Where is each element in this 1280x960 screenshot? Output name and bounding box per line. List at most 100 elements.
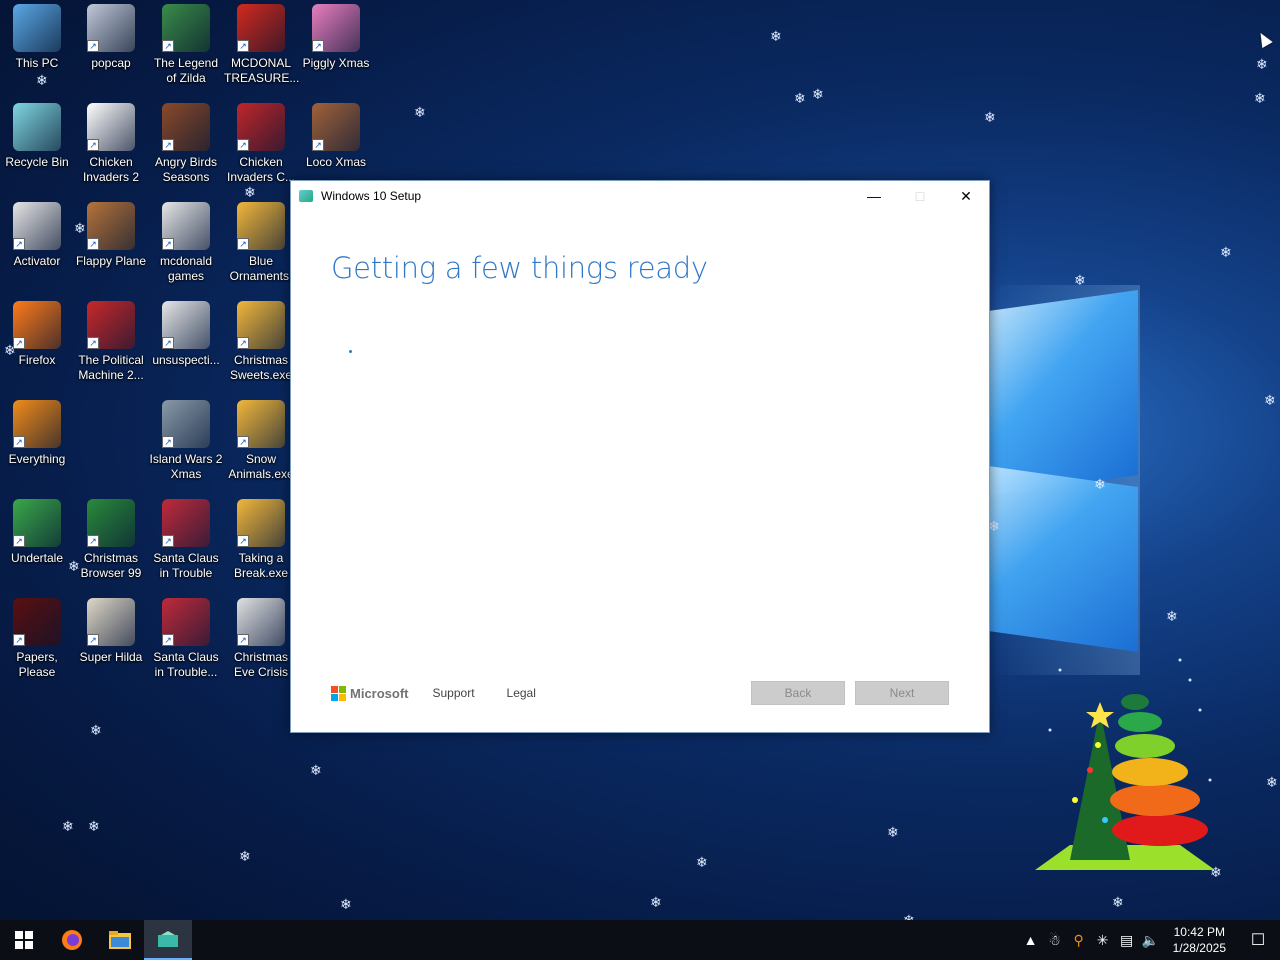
desktop-icon[interactable]: ↗ Santa Claus in Trouble... [149, 598, 223, 680]
desktop-icon[interactable]: ↗ MCDONAL TREASURE... [224, 4, 300, 86]
desktop-icon[interactable]: ↗ Christmas Eve Crisis [224, 598, 298, 680]
snowflake-icon: ❄ [310, 763, 322, 779]
desktop-icon[interactable]: ↗ popcap [74, 4, 148, 71]
desktop-icon-label: This PC [15, 56, 59, 70]
desktop-icon-label: Snow Animals.exe [228, 452, 294, 481]
taskbar-windows-setup[interactable] [144, 920, 192, 960]
next-button[interactable]: Next [855, 681, 949, 705]
snowflake-icon: ❄ [770, 29, 782, 45]
windows-setup-window: Windows 10 Setup — □ ✕ Getting a few thi… [290, 180, 990, 733]
back-button[interactable]: Back [751, 681, 845, 705]
desktop-icon[interactable]: ↗ Chicken Invaders C... [224, 103, 298, 185]
network-icon[interactable]: ▤ [1115, 932, 1139, 949]
desktop-icon[interactable]: ↗ The Legend of Zilda [149, 4, 223, 86]
desktop-icon[interactable]: ↗ Loco Xmas [299, 103, 373, 170]
desktop-icon-label: MCDONAL TREASURE... [224, 56, 300, 85]
desktop-icon[interactable]: ↗ Christmas Browser 99 [74, 499, 148, 581]
desktop-icon-label: Island Wars 2 Xmas [149, 452, 223, 481]
desktop-icon[interactable]: ↗ Super Hilda [74, 598, 148, 665]
snowflake-icon: ❄ [1220, 245, 1232, 261]
desktop-icon[interactable]: ↗ Everything [0, 400, 74, 467]
tray-snowman-icon[interactable]: ☃ [1043, 932, 1067, 949]
star-shortcut-icon: ↗ [237, 400, 285, 448]
desktop-icon[interactable]: ↗ unsuspecti... [149, 301, 223, 368]
desktop-icon-label: popcap [91, 56, 131, 70]
everything-tray-icon[interactable]: ⚲ [1067, 932, 1091, 949]
desktop-icon[interactable]: ↗ Blue Ornaments. [224, 202, 298, 284]
magnifier-icon: ↗ [13, 400, 61, 448]
desktop-icon-label: Angry Birds Seasons [154, 155, 218, 184]
desktop-icon[interactable]: ↗ Flappy Plane [74, 202, 148, 269]
shortcut-arrow-icon: ↗ [87, 634, 99, 646]
volume-muted-icon[interactable]: 🔈 [1139, 932, 1163, 949]
window-title: Windows 10 Setup [321, 189, 422, 203]
star-shortcut-icon: ↗ [237, 301, 285, 349]
desktop-icon[interactable]: ↗ Activator [0, 202, 74, 269]
desktop-icon[interactable]: This PC [0, 4, 74, 71]
snowflake-icon: ❄ [239, 849, 251, 865]
shortcut-arrow-icon: ↗ [162, 337, 174, 349]
snowflake-icon: ❄ [1112, 895, 1124, 911]
shortcut-arrow-icon: ↗ [87, 139, 99, 151]
desktop-icon-label: mcdonald games [159, 254, 213, 283]
shortcut-arrow-icon: ↗ [13, 436, 25, 448]
window-titlebar[interactable]: Windows 10 Setup — □ ✕ [291, 181, 989, 211]
desktop-icon[interactable]: ↗ Papers, Please [0, 598, 74, 680]
snowflake-icon: ❄ [1166, 609, 1178, 625]
shortcut-arrow-icon: ↗ [162, 634, 174, 646]
star-shortcut-icon: ↗ [237, 499, 285, 547]
action-center-icon[interactable]: ☐ [1236, 920, 1280, 960]
desktop-icon[interactable]: ↗ Taking a Break.exe [224, 499, 298, 581]
desktop-icon[interactable]: ↗ The Political Machine 2... [74, 301, 148, 383]
desktop-icon-label: Piggly Xmas [302, 56, 370, 70]
desktop-icon[interactable]: ↗ Island Wars 2 Xmas [149, 400, 223, 482]
desktop-icon-label: Christmas Eve Crisis [233, 650, 288, 679]
shortcut-arrow-icon: ↗ [87, 238, 99, 250]
snowflake-icon: ❄ [984, 110, 996, 126]
snowflake-icon: ❄ [1266, 775, 1278, 791]
teddy-bear-icon: ↗ [312, 103, 360, 151]
desktop-icon[interactable]: ↗ Snow Animals.exe [224, 400, 298, 482]
mcdonalds-logo-icon: ↗ [237, 4, 285, 52]
desktop-icon[interactable]: ↗ mcdonald games [149, 202, 223, 284]
progress-spinner [349, 350, 352, 353]
desktop-icon[interactable]: ↗ Angry Birds Seasons [149, 103, 223, 185]
snowflake-icon: ❄ [244, 185, 256, 201]
tray-app-icon[interactable]: ▲ [1019, 932, 1043, 948]
snowflake-icon: ❄ [1254, 91, 1266, 107]
minimize-button[interactable]: — [851, 181, 897, 211]
chicken-icon: ↗ [87, 103, 135, 151]
shortcut-arrow-icon: ↗ [13, 337, 25, 349]
star-shortcut-icon: ↗ [237, 202, 285, 250]
taskbar-firefox[interactable] [48, 920, 96, 960]
desktop-icon[interactable]: ↗ Santa Claus in Trouble [149, 499, 223, 581]
setup-footer: Microsoft Support Legal Back Next [331, 680, 949, 706]
political-machine-icon: ↗ [87, 301, 135, 349]
taskbar-file-explorer[interactable] [96, 920, 144, 960]
desktop-icon[interactable]: ↗ Christmas Sweets.exe [224, 301, 298, 383]
recycle-bin-icon [13, 103, 61, 151]
desktop-icon-label: Everything [8, 452, 66, 466]
start-button[interactable] [0, 920, 48, 960]
desktop-icon[interactable]: ↗ Firefox [0, 301, 74, 368]
island-icon: ↗ [162, 400, 210, 448]
shortcut-arrow-icon: ↗ [162, 436, 174, 448]
clock-time: 10:42 PM [1173, 925, 1225, 939]
shortcut-arrow-icon: ↗ [237, 337, 249, 349]
shortcut-arrow-icon: ↗ [237, 436, 249, 448]
desktop-icon[interactable]: ↗ Piggly Xmas [299, 4, 373, 71]
shortcut-arrow-icon: ↗ [162, 238, 174, 250]
desktop-icon[interactable]: ↗ Chicken Invaders 2 [74, 103, 148, 185]
shortcut-arrow-icon: ↗ [13, 238, 25, 250]
close-button[interactable]: ✕ [943, 181, 989, 211]
snowflake-icon: ❄ [414, 105, 426, 121]
desktop-icon-label: Flappy Plane [75, 254, 147, 268]
clock[interactable]: 10:42 PM 1/28/2025 [1173, 924, 1226, 956]
support-link[interactable]: Support [433, 686, 475, 700]
santa-face-icon: ↗ [237, 598, 285, 646]
shortcut-arrow-icon: ↗ [312, 139, 324, 151]
desktop-icon[interactable]: ↗ Undertale [0, 499, 74, 566]
legal-link[interactable]: Legal [507, 686, 536, 700]
tray-sparkle-icon[interactable]: ✳ [1091, 932, 1115, 949]
desktop-icon[interactable]: Recycle Bin [0, 103, 74, 170]
